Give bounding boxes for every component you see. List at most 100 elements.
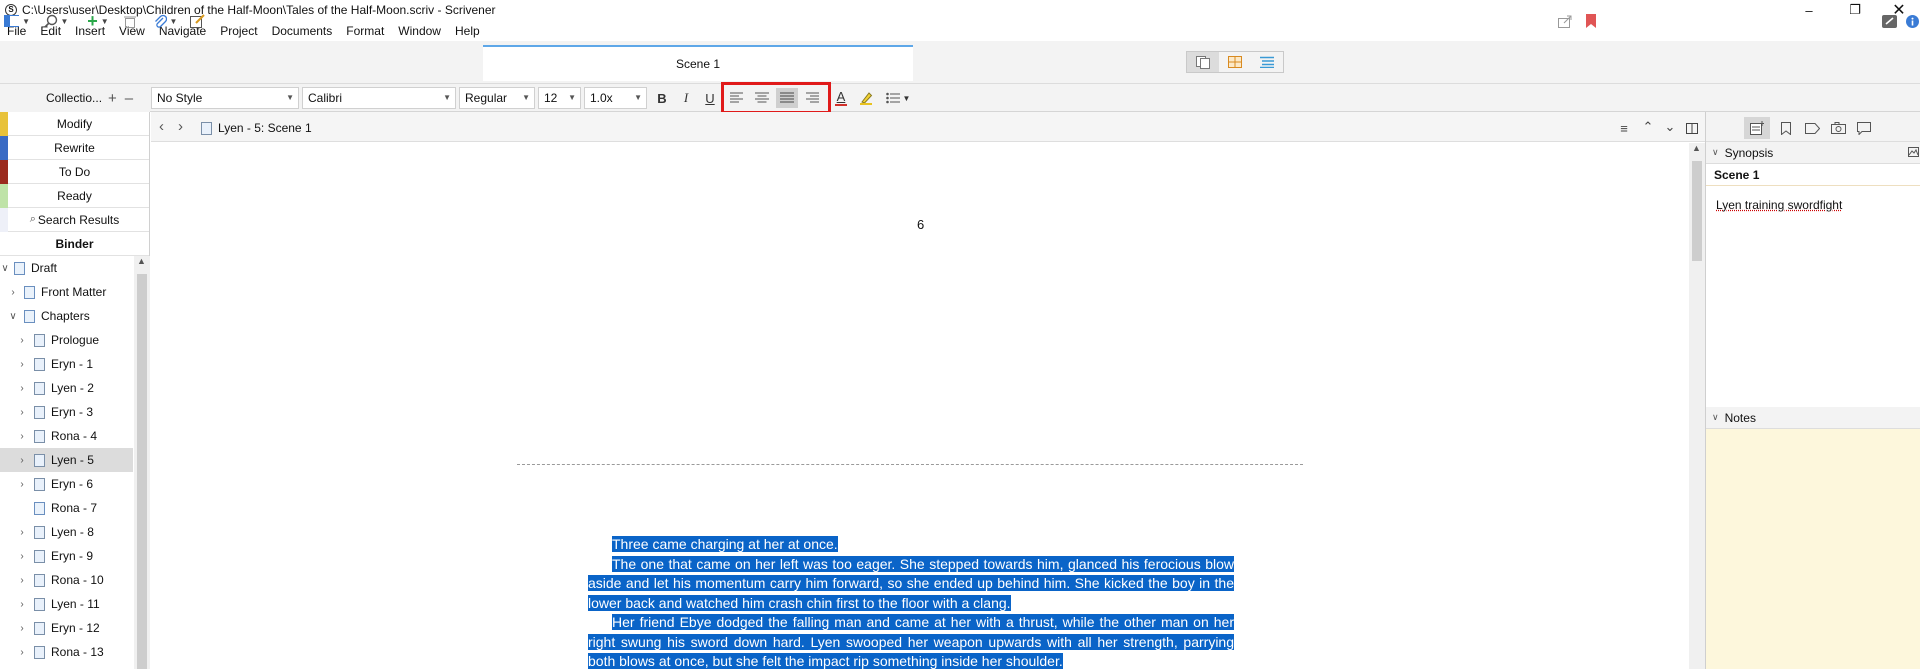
chevron-down-icon[interactable]: ∨ <box>8 311 18 322</box>
binder-scrollbar[interactable]: ▲ <box>134 256 150 669</box>
chevron-right-icon[interactable]: › <box>17 335 27 346</box>
binder-item-lyen-5[interactable]: › Lyen - 5 <box>0 448 133 472</box>
collection-search-results[interactable]: ⌕ Search Results <box>0 208 149 232</box>
restore-icon[interactable]: ❐ <box>1832 0 1878 20</box>
highlight-icon[interactable] <box>855 88 877 108</box>
binder-item-prologue[interactable]: › Prologue <box>0 328 133 352</box>
comments-tab-icon[interactable] <box>1851 117 1877 139</box>
bookmark-icon[interactable] <box>1583 12 1599 30</box>
binder-item-eryn-12[interactable]: › Eryn - 12 <box>0 616 133 640</box>
text-color-button[interactable]: A <box>830 88 852 108</box>
underline-button[interactable]: U <box>699 88 721 108</box>
inspector-toggle-icon[interactable] <box>1905 12 1919 30</box>
document-tab[interactable]: Scene 1 <box>483 45 913 81</box>
bookmarks-tab-icon[interactable] <box>1773 117 1799 139</box>
corkboard-view-icon[interactable] <box>1219 52 1251 72</box>
notes-tab-icon[interactable] <box>1744 117 1770 139</box>
metadata-tab-icon[interactable] <box>1799 117 1825 139</box>
compose-mode-icon[interactable] <box>1880 12 1898 30</box>
chevron-right-icon[interactable]: › <box>17 647 27 658</box>
binder-item-lyen-11[interactable]: › Lyen - 11 <box>0 592 133 616</box>
binder-item-rona-7[interactable]: Rona - 7 <box>0 496 133 520</box>
split-editor-icon[interactable] <box>1684 119 1700 137</box>
menu-help[interactable]: Help <box>448 24 487 38</box>
binder-item-eryn-1[interactable]: › Eryn - 1 <box>0 352 133 376</box>
minimize-icon[interactable]: – <box>1786 0 1832 20</box>
collections-label[interactable]: Collectio... <box>46 91 102 105</box>
menu-documents[interactable]: Documents <box>265 24 340 38</box>
chevron-up-icon[interactable]: ⌃ <box>1640 118 1656 136</box>
binder-item-lyen-2[interactable]: › Lyen - 2 <box>0 376 133 400</box>
header-menu-icon[interactable]: ≡ <box>1616 119 1632 137</box>
font-size-select[interactable]: 12 ▼ <box>538 87 581 109</box>
chevron-down-icon[interactable]: ∨ <box>1712 412 1719 423</box>
remove-collection-icon[interactable]: – <box>125 90 133 107</box>
chevron-right-icon[interactable]: › <box>8 287 18 298</box>
chevron-right-icon[interactable]: › <box>17 383 27 394</box>
editor-scroll-thumb[interactable] <box>1692 161 1702 261</box>
binder-item-draft[interactable]: ∨ Draft <box>0 256 133 280</box>
font-weight-select[interactable]: Regular ▼ <box>459 87 535 109</box>
synopsis-title-field[interactable]: Scene 1 <box>1706 164 1920 186</box>
notes-text-area[interactable] <box>1706 429 1920 669</box>
scroll-up-icon[interactable]: ▲ <box>1692 143 1701 153</box>
collection-to-do[interactable]: To Do <box>0 160 149 184</box>
bold-button[interactable]: B <box>651 88 673 108</box>
binder-scroll-thumb[interactable] <box>137 274 147 669</box>
collection-ready[interactable]: Ready <box>0 184 149 208</box>
snapshots-tab-icon[interactable] <box>1825 117 1851 139</box>
chevron-right-icon[interactable]: › <box>17 359 27 370</box>
chevron-right-icon[interactable]: › <box>17 407 27 418</box>
synopsis-header[interactable]: ∨ Synopsis <box>1706 142 1920 164</box>
menu-project[interactable]: Project <box>213 24 264 38</box>
synopsis-text-area[interactable]: Lyen training swordfight <box>1716 198 1842 212</box>
attachment-icon[interactable]: ▼ <box>150 12 180 30</box>
menu-window[interactable]: Window <box>391 24 448 38</box>
chevron-right-icon[interactable]: › <box>17 455 27 466</box>
add-collection-icon[interactable]: + <box>108 90 117 107</box>
quick-reference-icon[interactable] <box>188 12 206 30</box>
font-select[interactable]: Calibri ▼ <box>302 87 456 109</box>
share-icon[interactable] <box>1556 12 1574 30</box>
chevron-right-icon[interactable]: › <box>17 527 27 538</box>
outliner-view-icon[interactable] <box>1251 52 1283 72</box>
binder-item-eryn-9[interactable]: › Eryn - 9 <box>0 544 133 568</box>
editor-scrollbar[interactable]: ▲ <box>1689 143 1705 669</box>
binder-item-lyen-8[interactable]: › Lyen - 8 <box>0 520 133 544</box>
chevron-down-icon[interactable]: ⌄ <box>1662 118 1678 136</box>
binder-item-chapters[interactable]: ∨ Chapters <box>0 304 133 328</box>
scrivenings-view-icon[interactable] <box>1187 52 1219 72</box>
chevron-right-icon[interactable]: › <box>17 575 27 586</box>
notes-header[interactable]: ∨ Notes <box>1706 407 1920 429</box>
style-select[interactable]: No Style ▼ <box>151 87 299 109</box>
nav-back-icon[interactable]: ‹ <box>159 118 164 135</box>
binder-item-eryn-6[interactable]: › Eryn - 6 <box>0 472 133 496</box>
chevron-right-icon[interactable]: › <box>17 431 27 442</box>
italic-button[interactable]: I <box>675 88 697 108</box>
add-document-icon[interactable]: + ▼ <box>83 12 113 30</box>
chevron-right-icon[interactable]: › <box>17 479 27 490</box>
binder-item-rona-13[interactable]: › Rona - 13 <box>0 640 133 664</box>
binder-item-rona-4[interactable]: › Rona - 4 <box>0 424 133 448</box>
chevron-down-icon[interactable]: ∨ <box>0 263 10 274</box>
manuscript-text[interactable]: Three came charging at her at once. The … <box>588 535 1234 672</box>
breadcrumb[interactable]: Lyen - 5: Scene 1 <box>201 121 312 135</box>
search-icon[interactable]: ▼ <box>42 12 70 30</box>
binder-item-rona-10[interactable]: › Rona - 10 <box>0 568 133 592</box>
binder-item-front-matter[interactable]: › Front Matter <box>0 280 133 304</box>
collection-modify[interactable]: Modify <box>0 112 149 136</box>
collection-rewrite[interactable]: Rewrite <box>0 136 149 160</box>
nav-forward-icon[interactable]: › <box>178 118 183 135</box>
scroll-up-icon[interactable]: ▲ <box>137 256 146 266</box>
chevron-right-icon[interactable]: › <box>17 623 27 634</box>
line-spacing-select[interactable]: 1.0x ▼ <box>584 87 647 109</box>
menu-format[interactable]: Format <box>339 24 391 38</box>
collection-binder[interactable]: Binder <box>0 232 149 256</box>
chevron-right-icon[interactable]: › <box>17 599 27 610</box>
list-icon[interactable]: ▼ <box>882 88 914 108</box>
synopsis-image-icon[interactable] <box>1908 147 1919 157</box>
binder-toggle-icon[interactable]: ▼ <box>4 12 30 30</box>
binder-item-eryn-3[interactable]: › Eryn - 3 <box>0 400 133 424</box>
trash-icon[interactable] <box>122 12 138 30</box>
chevron-down-icon[interactable]: ∨ <box>1712 147 1719 158</box>
